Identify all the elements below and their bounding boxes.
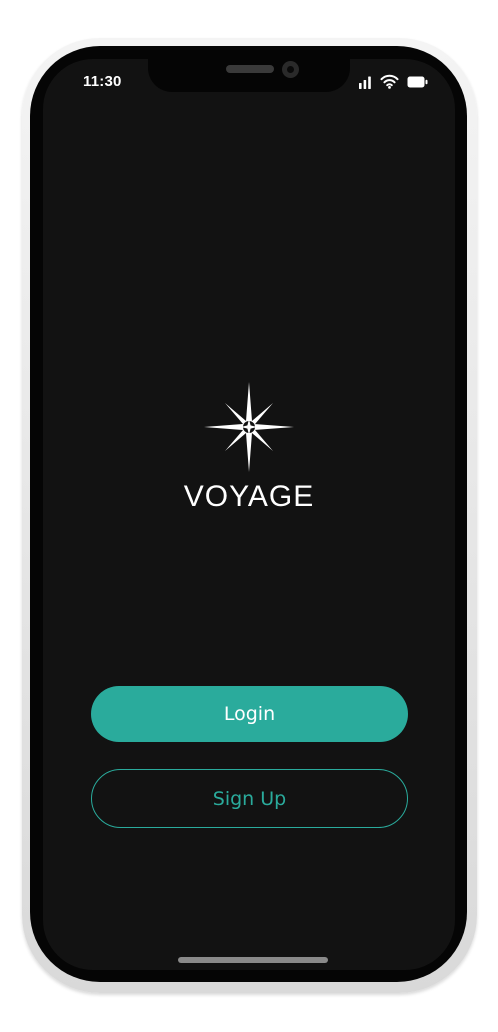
status-icons xyxy=(358,74,428,89)
signup-button[interactable]: Sign Up xyxy=(91,769,408,828)
home-indicator[interactable] xyxy=(178,957,328,963)
battery-icon xyxy=(407,76,428,88)
signal-icon xyxy=(359,76,371,89)
front-camera xyxy=(282,61,299,78)
login-button[interactable]: Login xyxy=(91,686,408,742)
brand-name: VOYAGE xyxy=(183,480,315,513)
app-screen xyxy=(43,59,455,970)
compass-star-icon xyxy=(204,382,294,472)
status-time: 11:30 xyxy=(83,73,122,90)
speaker-grille xyxy=(226,65,274,73)
wifi-icon xyxy=(380,74,399,89)
